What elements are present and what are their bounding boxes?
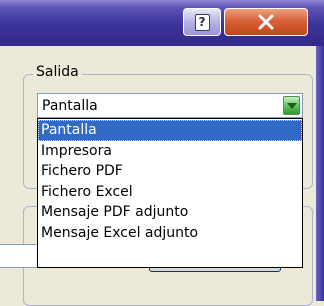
output-groupbox-label: Salida xyxy=(33,64,82,80)
output-combobox[interactable]: Pantalla xyxy=(37,93,303,118)
output-dropdown-list[interactable]: Pantalla Impresora Fichero PDF Fichero E… xyxy=(37,118,303,268)
dropdown-option-fichero-excel[interactable]: Fichero Excel xyxy=(38,182,302,203)
close-button[interactable] xyxy=(224,8,308,36)
help-button[interactable]: ? xyxy=(183,8,221,36)
combobox-value: Pantalla xyxy=(42,98,98,114)
dropdown-option-mensaje-excel-adjunto[interactable]: Mensaje Excel adjunto xyxy=(38,223,302,244)
dropdown-arrow-icon xyxy=(286,102,297,109)
help-icon: ? xyxy=(194,13,210,31)
dropdown-option-impresora[interactable]: Impresora xyxy=(38,141,302,162)
close-x-icon xyxy=(258,14,274,30)
dropdown-option-fichero-pdf[interactable]: Fichero PDF xyxy=(38,161,302,182)
dropdown-option-pantalla[interactable]: Pantalla xyxy=(38,120,302,141)
dropdown-option-mensaje-pdf-adjunto[interactable]: Mensaje PDF adjunto xyxy=(38,202,302,223)
window-edge xyxy=(316,46,324,301)
title-bar[interactable]: ? xyxy=(0,0,324,46)
dropdown-arrow-button[interactable] xyxy=(283,96,300,115)
